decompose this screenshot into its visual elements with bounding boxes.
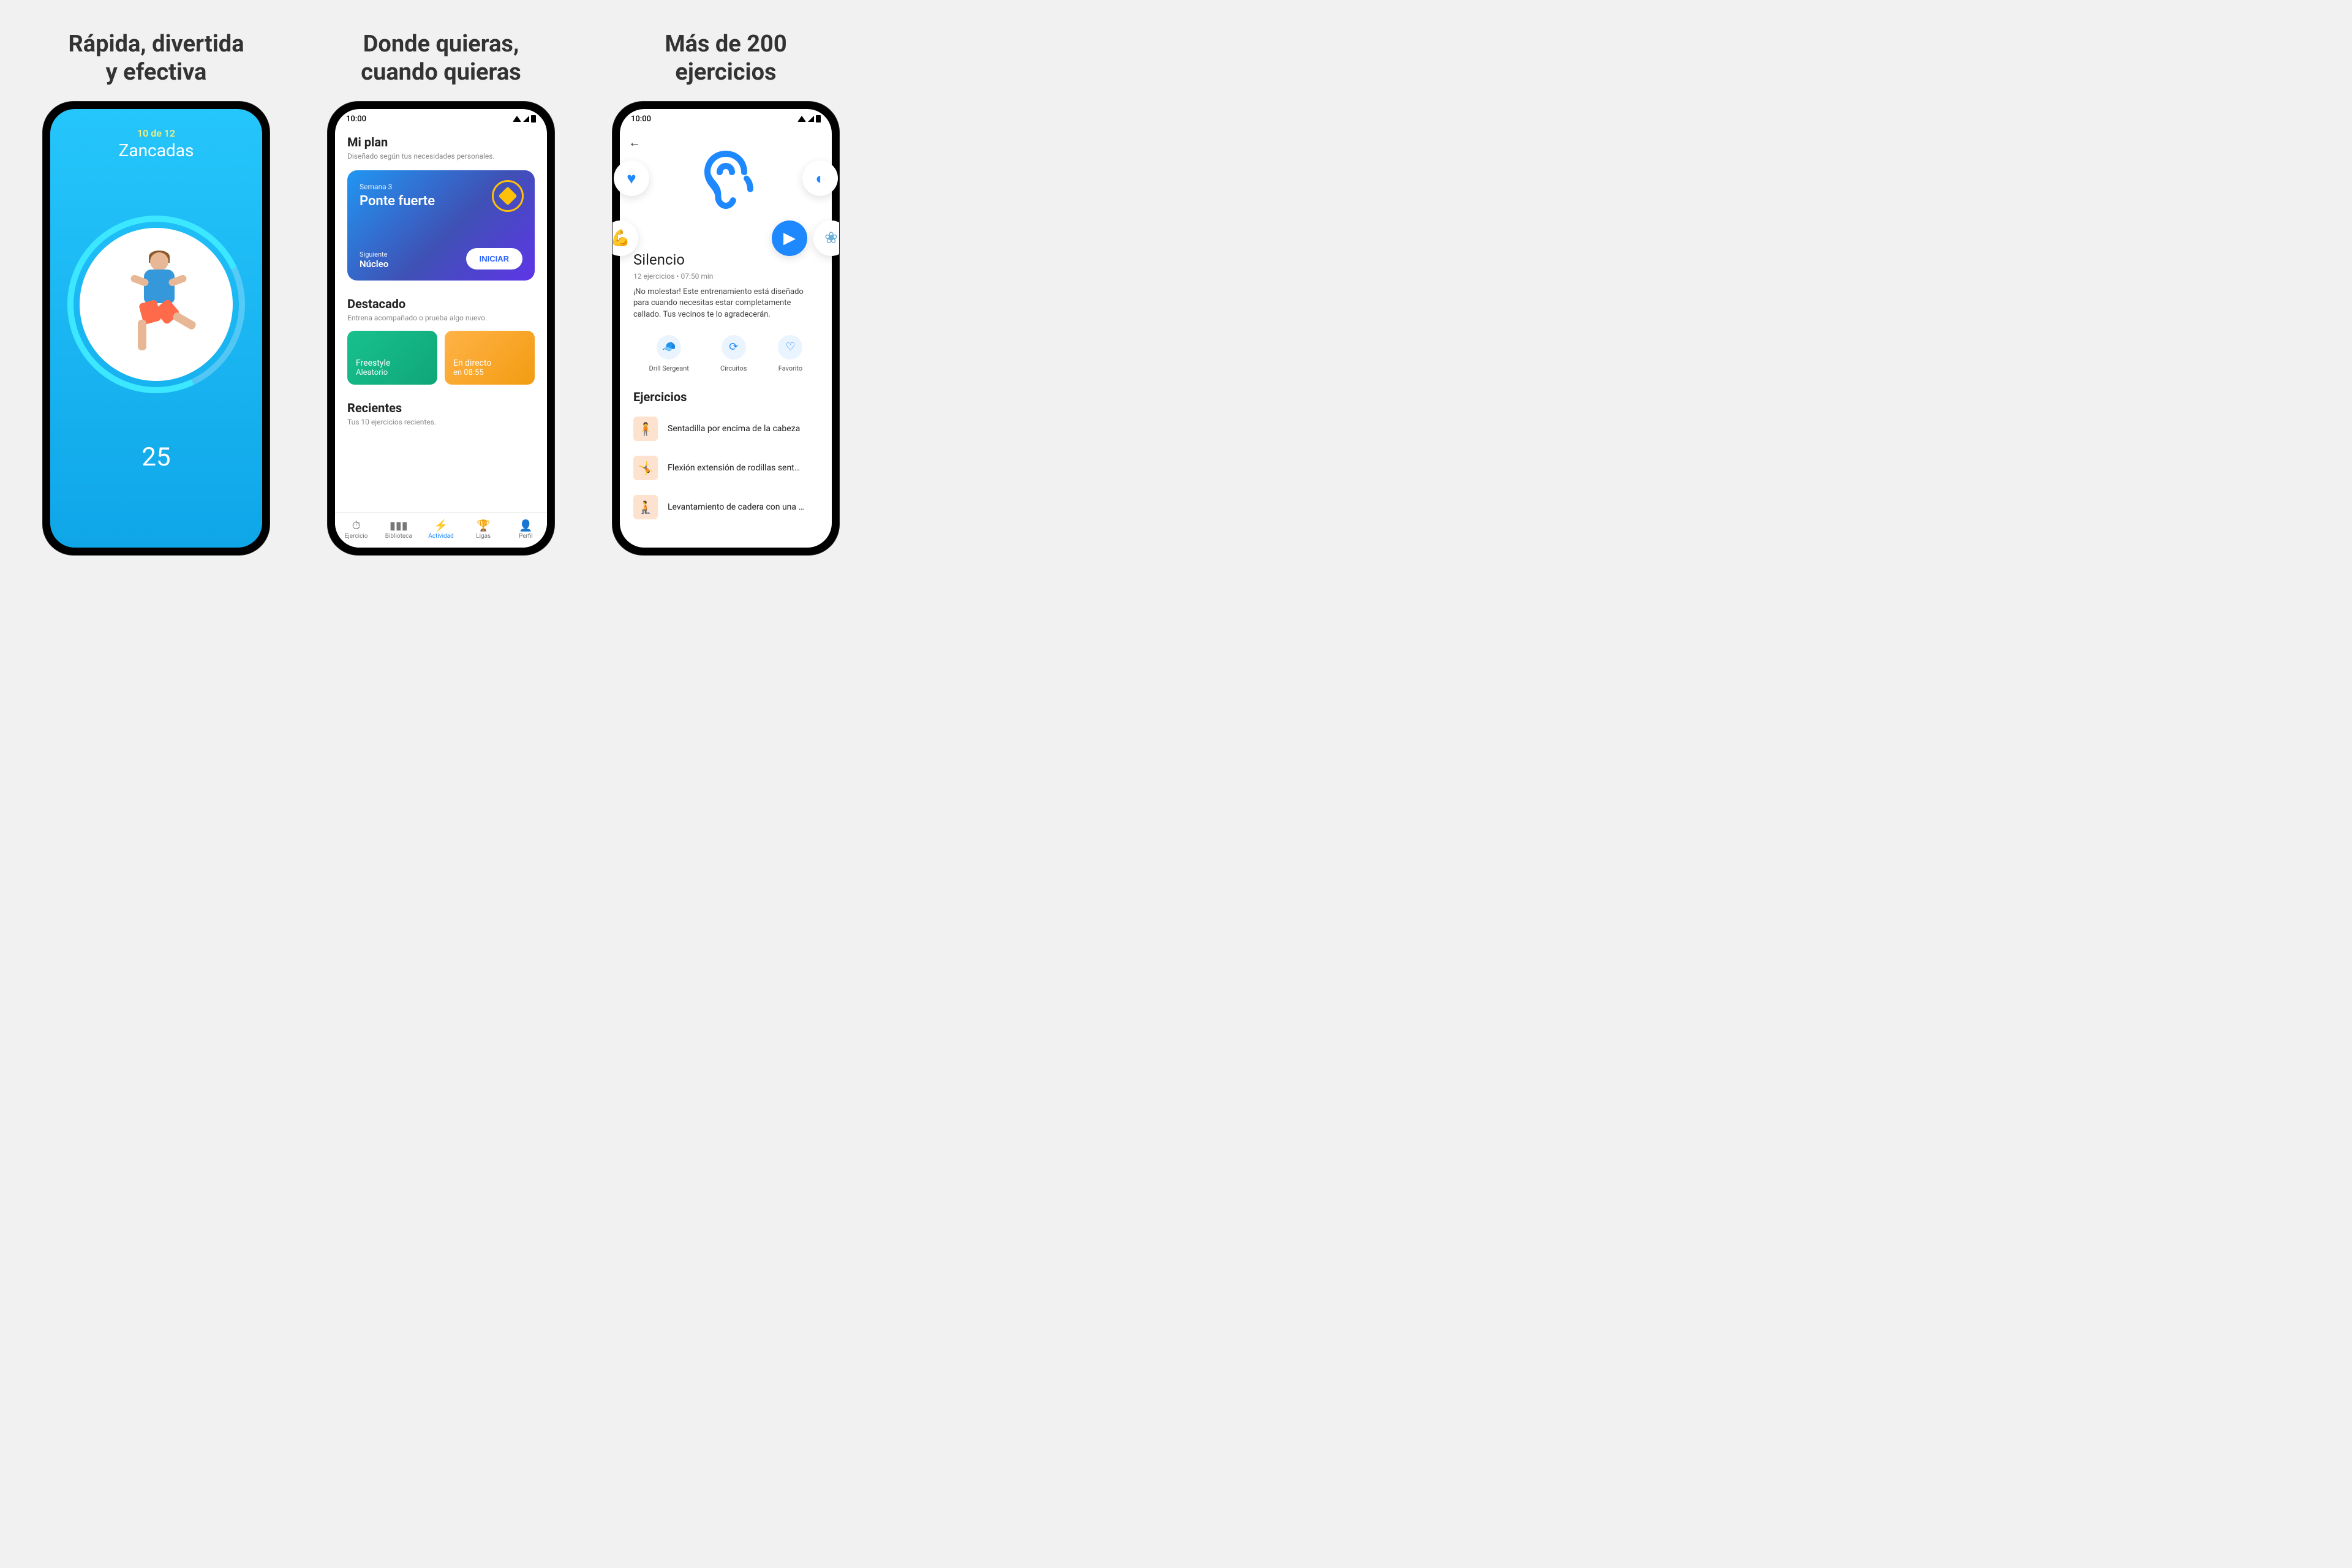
nav-label: Ligas [476, 533, 491, 540]
featured-card-title: En directo [453, 358, 526, 368]
featured-card-sub: en 08:55 [453, 368, 526, 377]
status-time: 10:00 [346, 115, 366, 124]
exercise-thumb-icon: 🤸 [633, 456, 658, 480]
battery-icon [816, 115, 821, 123]
nav-label: Ejercicio [345, 533, 368, 540]
next-label: Siguiente [360, 251, 388, 258]
exercise-row[interactable]: 🤸 Flexión extensión de rodillas sent… [633, 448, 818, 488]
exercise-thumb-icon: 🧎 [633, 495, 658, 519]
workout-screen: 10 de 12 Zancadas [50, 109, 262, 548]
status-time: 10:00 [631, 115, 651, 124]
promo-column-2: Donde quieras, cuando quieras 10:00 Mi p… [312, 31, 570, 588]
headline-1: Rápida, divertida y efectiva [68, 31, 244, 86]
heart-outline-icon: ♡ [778, 335, 802, 360]
nav-activity[interactable]: ⚡ Actividad [420, 513, 462, 548]
promo-column-3: Más de 200 ejercicios 10:00 ← ♥ 💪 ◐ ▶ [597, 31, 854, 588]
recent-subheading: Tus 10 ejercicios recientes. [347, 418, 535, 426]
progress-counter: 10 de 12 [137, 127, 175, 139]
featured-heading: Destacado [347, 296, 535, 311]
phone-frame-1: 10 de 12 Zancadas [43, 102, 270, 555]
plan-card[interactable]: Semana 3 Ponte fuerte Siguiente Núcleo I… [347, 170, 535, 281]
recent-heading: Recientes [347, 401, 535, 415]
featured-card-live[interactable]: En directo en 08:55 [445, 331, 535, 385]
heart-chip-icon[interactable]: ♥ [614, 160, 649, 196]
featured-subheading: Entrena acompañado o prueba algo nuevo. [347, 314, 535, 322]
featured-card-title: Freestyle [356, 358, 429, 368]
action-circuits[interactable]: ⟳ Circuitos [720, 335, 747, 372]
nav-exercise[interactable]: ⏱ Ejercicio [335, 513, 377, 548]
exercise-row[interactable]: 🧎 Levantamiento de cadera con una … [633, 488, 818, 527]
plan-subheading: Diseñado según tus necesidades personale… [347, 152, 535, 160]
action-label: Drill Sergeant [649, 364, 689, 372]
phone-frame-3: 10:00 ← ♥ 💪 ◐ ▶ ❀ Silencio [612, 102, 839, 555]
battery-icon [531, 115, 536, 123]
back-button[interactable]: ← [628, 135, 641, 150]
exercises-heading: Ejercicios [633, 390, 818, 404]
cycle-icon: ⟳ [722, 335, 746, 360]
stopwatch-icon: ⏱ [352, 521, 361, 532]
action-label: Favorito [778, 364, 803, 372]
headline-2: Donde quieras, cuando quieras [361, 31, 521, 86]
gem-icon [492, 180, 524, 212]
action-drill-sergeant[interactable]: 🧢 Drill Sergeant [649, 335, 689, 372]
trophy-icon: 🏆 [477, 521, 490, 532]
wifi-icon [513, 116, 521, 122]
headline-3: Más de 200 ejercicios [665, 31, 786, 86]
nav-profile[interactable]: 👤 Perfil [505, 513, 547, 548]
bottom-nav: ⏱ Ejercicio ▮▮▮ Biblioteca ⚡ Actividad 🏆… [335, 512, 547, 548]
status-bar: 10:00 [620, 109, 832, 129]
bolt-icon: ⚡ [434, 521, 448, 532]
featured-card-sub: Aleatorio [356, 368, 429, 377]
action-favorite[interactable]: ♡ Favorito [778, 335, 802, 372]
featured-card-freestyle[interactable]: Freestyle Aleatorio [347, 331, 437, 385]
person-icon: 👤 [519, 521, 532, 532]
half-circle-chip-icon[interactable]: ◐ [802, 160, 838, 196]
nav-library[interactable]: ▮▮▮ Biblioteca [377, 513, 420, 548]
ear-icon [689, 145, 763, 229]
status-bar: 10:00 [335, 109, 547, 129]
exercise-label: Flexión extensión de rodillas sent… [668, 463, 818, 473]
workout-detail-screen: 10:00 ← ♥ 💪 ◐ ▶ ❀ Silencio [620, 109, 832, 548]
exercise-name: Zancadas [119, 140, 194, 160]
play-chip-icon[interactable]: ▶ [772, 221, 807, 256]
next-value: Núcleo [360, 258, 388, 270]
action-label: Circuitos [720, 364, 747, 372]
phone-frame-2: 10:00 Mi plan Diseñado según tus necesid… [328, 102, 554, 555]
whistle-icon: 🧢 [657, 335, 681, 360]
nav-label: Actividad [428, 533, 453, 540]
nav-label: Biblioteca [385, 533, 412, 540]
exercise-illustration [80, 228, 233, 381]
nav-label: Perfil [519, 533, 533, 540]
start-button[interactable]: INICIAR [466, 248, 522, 270]
nav-leagues[interactable]: 🏆 Ligas [462, 513, 505, 548]
exercise-row[interactable]: 🧍 Sentadilla por encima de la cabeza [633, 409, 818, 448]
exercise-label: Sentadilla por encima de la cabeza [668, 424, 818, 434]
workout-hero: ← ♥ 💪 ◐ ▶ ❀ [620, 129, 832, 245]
status-icons [797, 115, 821, 123]
books-icon: ▮▮▮ [390, 521, 408, 532]
exercise-thumb-icon: 🧍 [633, 417, 658, 441]
activity-screen: 10:00 Mi plan Diseñado según tus necesid… [335, 109, 547, 548]
status-icons [513, 115, 536, 123]
workout-meta: 12 ejercicios • 07:50 min [633, 272, 818, 281]
signal-icon [808, 116, 814, 122]
promo-column-1: Rápida, divertida y efectiva 10 de 12 Za… [28, 31, 285, 588]
seconds-remaining: 25 [141, 442, 170, 472]
wifi-icon [797, 116, 806, 122]
plan-heading: Mi plan [347, 135, 535, 149]
workout-description: ¡No molestar! Este entrenamiento está di… [633, 287, 818, 320]
progress-ring [67, 216, 245, 393]
signal-icon [523, 116, 529, 122]
exercise-label: Levantamiento de cadera con una … [668, 502, 818, 512]
